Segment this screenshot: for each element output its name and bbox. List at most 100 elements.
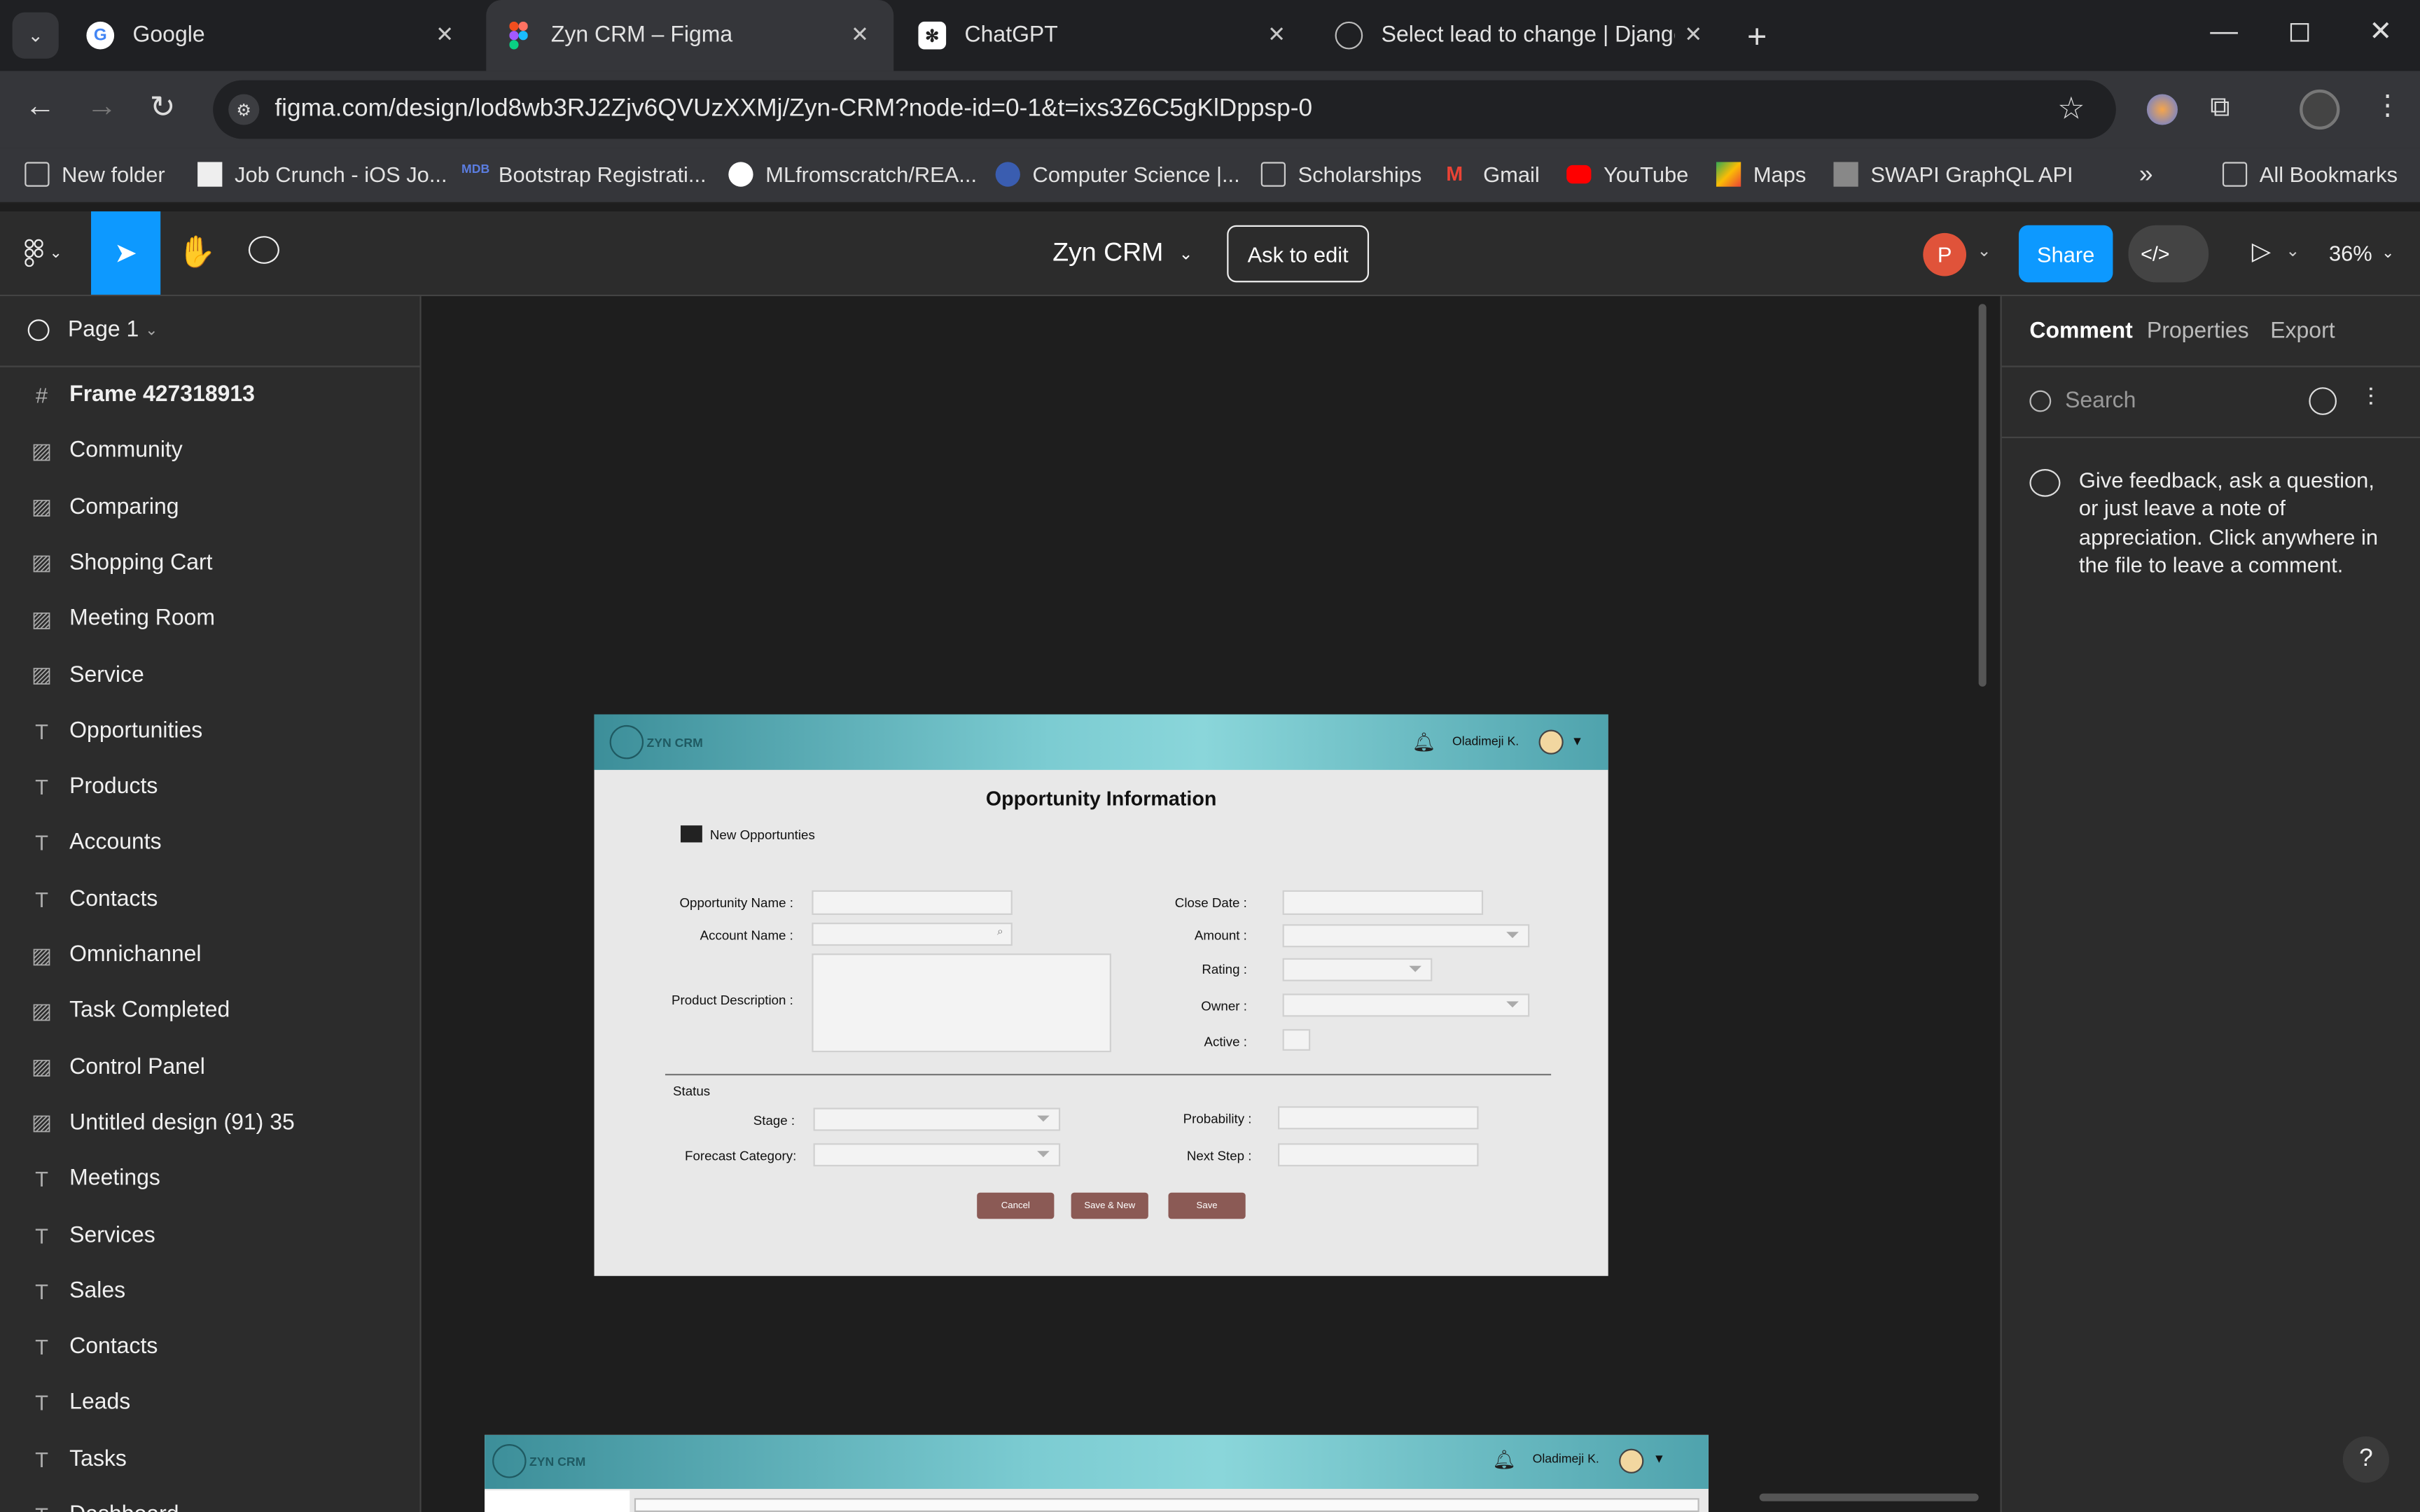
tab-django[interactable]: Select lead to change | Django s ✕ bbox=[1316, 0, 1727, 71]
avatar[interactable]: P bbox=[1923, 232, 1967, 276]
chevron-down-icon[interactable]: ⌄ bbox=[2286, 241, 2300, 260]
bookmark-item[interactable]: MLfromscratch/REA... bbox=[728, 162, 977, 187]
active-checkbox[interactable] bbox=[1282, 1029, 1311, 1051]
opportunity-name-input[interactable] bbox=[812, 890, 1013, 916]
restore-icon[interactable] bbox=[2290, 23, 2309, 42]
more-bookmarks-icon[interactable]: » bbox=[2139, 162, 2153, 190]
close-tab-icon[interactable]: ✕ bbox=[436, 22, 454, 48]
layer-item[interactable]: # Frame 427318913 bbox=[0, 368, 420, 423]
window-close-icon[interactable]: ✕ bbox=[2369, 15, 2392, 48]
cancel-button[interactable]: Cancel bbox=[977, 1192, 1055, 1219]
new-tab-icon[interactable]: + bbox=[1747, 17, 1767, 57]
layer-item[interactable]: T Contacts bbox=[0, 872, 420, 927]
move-tool-icon[interactable]: ➤ bbox=[91, 211, 161, 295]
tab-properties[interactable]: Properties bbox=[2147, 319, 2249, 344]
bookmark-item[interactable]: Maps bbox=[1716, 162, 1806, 187]
layer-item[interactable]: ▨ Shopping Cart bbox=[0, 536, 420, 591]
layer-item[interactable]: T Meetings bbox=[0, 1152, 420, 1207]
bookmark-item[interactable]: MDB Bootstrap Registrati... bbox=[461, 162, 707, 186]
filter-icon[interactable] bbox=[2309, 387, 2337, 415]
design-frame-opportunity[interactable]: ZYN CRM 🔔︎ Oladimeji K. ▼ Opportunity In… bbox=[594, 714, 1608, 1276]
profile-avatar[interactable] bbox=[2300, 89, 2340, 130]
close-tab-icon[interactable]: ✕ bbox=[1267, 22, 1286, 48]
tab-comment[interactable]: Comment bbox=[2029, 319, 2132, 344]
layer-item[interactable]: ▨ Untitled design (91) 35 bbox=[0, 1096, 420, 1151]
help-icon[interactable]: ? bbox=[2342, 1436, 2389, 1483]
canvas[interactable]: ZYN CRM 🔔︎ Oladimeji K. ▼ Opportunity In… bbox=[421, 296, 2001, 1512]
amount-select[interactable] bbox=[1282, 924, 1530, 948]
layer-item[interactable]: T Accounts bbox=[0, 816, 420, 871]
settings-sliders-icon[interactable]: ⫶ bbox=[2367, 386, 2374, 414]
bookmark-item[interactable]: Computer Science |... bbox=[995, 162, 1240, 187]
tab-export[interactable]: Export bbox=[2270, 319, 2335, 344]
layer-item[interactable]: T Contacts bbox=[0, 1320, 420, 1375]
bookmark-star-icon[interactable]: ☆ bbox=[2057, 90, 2085, 128]
comment-search-input[interactable]: Search bbox=[2065, 388, 2136, 413]
bookmark-item[interactable]: SWAPI GraphQL API bbox=[1833, 162, 2073, 187]
bookmark-item[interactable]: Scholarships bbox=[1260, 162, 1421, 187]
reload-icon[interactable]: ↻ bbox=[150, 88, 176, 127]
save-button[interactable]: Save bbox=[1168, 1192, 1246, 1219]
layer-item[interactable]: ▨ Meeting Room bbox=[0, 592, 420, 647]
tab-figma[interactable]: Zyn CRM – Figma ✕ bbox=[486, 0, 894, 71]
layer-item[interactable]: ▨ Omnichannel bbox=[0, 927, 420, 983]
page-selector[interactable]: Page 1 ⌄ bbox=[27, 318, 158, 342]
minimize-icon[interactable]: — bbox=[2210, 15, 2238, 48]
owner-select[interactable] bbox=[1282, 993, 1530, 1017]
vertical-scrollbar[interactable] bbox=[1978, 304, 1987, 687]
tab-title: Zyn CRM – Figma bbox=[550, 23, 733, 48]
bookmark-item[interactable]: New folder bbox=[25, 162, 165, 187]
layer-item[interactable]: T Leads bbox=[0, 1376, 420, 1431]
tab-google[interactable]: G Google ✕ bbox=[68, 0, 478, 71]
save-and-new-button[interactable]: Save & New bbox=[1071, 1192, 1148, 1219]
extension-icon[interactable] bbox=[2146, 94, 2178, 125]
ask-to-edit-button[interactable]: Ask to edit bbox=[1227, 225, 1370, 283]
search-icon[interactable] bbox=[27, 319, 50, 342]
rating-select[interactable] bbox=[1282, 958, 1433, 981]
next-step-input[interactable] bbox=[1277, 1143, 1479, 1167]
horizontal-scrollbar[interactable] bbox=[1759, 1493, 1979, 1502]
layer-item[interactable]: ▨ Community bbox=[0, 424, 420, 479]
layer-item[interactable]: T Tasks bbox=[0, 1432, 420, 1487]
extensions-puzzle-icon[interactable]: ⧉ bbox=[2210, 91, 2230, 123]
forward-icon[interactable]: → bbox=[86, 90, 117, 125]
dev-mode-toggle[interactable]: </> bbox=[2128, 225, 2209, 283]
address-bar[interactable]: ⚙ figma.com/design/lod8wb3RJ2Zjv6QVUzXXM… bbox=[213, 80, 2116, 139]
close-tab-icon[interactable]: ✕ bbox=[851, 22, 869, 48]
back-icon[interactable]: ← bbox=[25, 90, 55, 125]
close-date-input[interactable] bbox=[1282, 890, 1484, 916]
design-frame-secondary[interactable]: ZYN CRM 🔔︎ Oladimeji K. ▼ bbox=[485, 1434, 1709, 1512]
tab-search-chevron-icon[interactable]: ⌄ bbox=[12, 12, 59, 59]
stage-select[interactable] bbox=[813, 1107, 1061, 1131]
layer-item[interactable]: ▨ Comparing bbox=[0, 479, 420, 535]
bookmark-item[interactable]: YouTube bbox=[1566, 162, 1688, 187]
site-settings-icon[interactable]: ⚙ bbox=[228, 94, 260, 125]
layer-item[interactable]: T Opportunities bbox=[0, 704, 420, 759]
layer-item[interactable]: ▨ Task Completed bbox=[0, 983, 420, 1039]
zoom-level[interactable]: 36% ⌄ bbox=[2329, 241, 2395, 265]
product-description-textarea[interactable] bbox=[812, 953, 1111, 1053]
share-button[interactable]: Share bbox=[2018, 225, 2113, 283]
layer-item[interactable]: T Sales bbox=[0, 1264, 420, 1319]
layer-item[interactable]: T Products bbox=[0, 760, 420, 815]
probability-input[interactable] bbox=[1277, 1106, 1479, 1130]
url-text[interactable]: figma.com/design/lod8wb3RJ2Zjv6QVUzXXMj/… bbox=[274, 96, 1312, 124]
bookmark-item[interactable]: Job Crunch - iOS Jo... bbox=[197, 162, 447, 187]
chevron-down-icon[interactable]: ⌄ bbox=[1977, 241, 1991, 260]
chrome-menu-icon[interactable]: ⋮ bbox=[2374, 90, 2402, 122]
all-bookmarks[interactable]: All Bookmarks bbox=[2222, 162, 2398, 187]
figma-menu-icon[interactable]: ⌄ bbox=[25, 239, 62, 267]
account-name-input[interactable]: ⌕ bbox=[812, 923, 1013, 946]
layer-item[interactable]: ▨ Control Panel bbox=[0, 1040, 420, 1095]
bookmark-item[interactable]: M Gmail bbox=[1446, 162, 1539, 186]
layer-item[interactable]: ▨ Service bbox=[0, 648, 420, 703]
close-tab-icon[interactable]: ✕ bbox=[1684, 22, 1702, 48]
layer-item[interactable]: T Services bbox=[0, 1208, 420, 1263]
tab-chatgpt[interactable]: ✻ ChatGPT ✕ bbox=[900, 0, 1310, 71]
layer-item[interactable]: T Dashboard bbox=[0, 1488, 420, 1512]
comment-tool-icon[interactable] bbox=[248, 236, 279, 264]
present-play-icon[interactable]: ▷ bbox=[2252, 236, 2271, 267]
file-name[interactable]: Zyn CRM ⌄ bbox=[1052, 237, 1193, 268]
forecast-category-select[interactable] bbox=[813, 1143, 1061, 1167]
hand-tool-icon[interactable]: ✋ bbox=[177, 233, 216, 272]
